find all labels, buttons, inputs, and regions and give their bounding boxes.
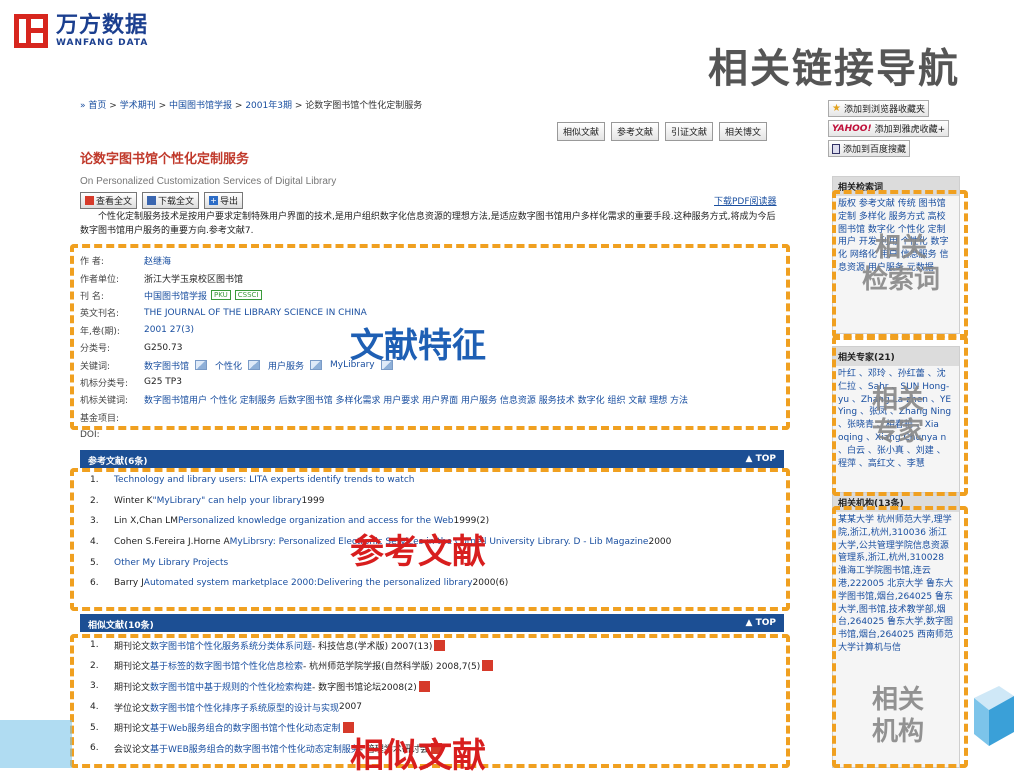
back-to-top-link[interactable]: ▲ TOP [746, 618, 776, 628]
breadcrumb-current: 论数字图书馆个性化定制服务 [305, 101, 423, 111]
slide-title: 相关链接导航 [708, 46, 960, 92]
overlay-label-terms: 相关 检索词 [862, 233, 941, 295]
breadcrumb-arrow-icon: » [80, 101, 86, 111]
references-header: 参考文献(6条) ▲ TOP [80, 450, 784, 468]
breadcrumb-journal[interactable]: 中国图书馆学报 [169, 101, 232, 111]
logo-cn: 万方数据 [56, 13, 149, 38]
wanfang-logo: 万方数据 WANFANG DATA [14, 14, 148, 48]
plus-icon: + [209, 196, 219, 205]
add-browser-favorite-button[interactable]: ★ 添加到浏览器收藏夹 [828, 100, 929, 117]
article-actions: 查看全文 下载全文 + 导出 [80, 192, 244, 209]
tab-citations[interactable]: 引证文献 [665, 122, 714, 141]
download-icon [147, 196, 157, 205]
logo-en: WANFANG DATA [56, 38, 149, 48]
tab-blogs[interactable]: 相关博文 [719, 122, 768, 141]
bookmark-icon [832, 143, 840, 154]
decorative-cube-icon [974, 686, 1014, 746]
add-baidu-favorite-button[interactable]: 添加到百度搜藏 [828, 140, 911, 157]
article-title-en: On Personalized Customization Services o… [80, 176, 337, 187]
overlay-label-orgs: 相关 机构 [872, 685, 925, 747]
breadcrumb-home[interactable]: 首页 [88, 101, 106, 111]
yahoo-icon: YAHOO! [832, 123, 872, 134]
overlay-label-features: 文献特征 [350, 326, 486, 366]
back-to-top-link[interactable]: ▲ TOP [746, 454, 776, 464]
breadcrumb: » 首页 > 学术期刊 > 中国图书馆学报 > 2001年3期 > 论数字图书馆… [80, 101, 423, 111]
overlay-label-similar: 相似文献 [350, 736, 486, 776]
tab-references[interactable]: 参考文献 [611, 122, 660, 141]
download-fulltext-button[interactable]: 下载全文 [142, 192, 200, 209]
article-title: 论数字图书馆个性化定制服务 [80, 152, 250, 167]
pdf-icon [85, 196, 94, 205]
add-yahoo-favorite-button[interactable]: YAHOO! 添加到雅虎收藏+ [828, 120, 950, 137]
breadcrumb-issue[interactable]: 2001年3期 [245, 101, 292, 111]
related-tabs: 相似文献 参考文献 引证文献 相关博文 [557, 122, 768, 141]
view-fulltext-button[interactable]: 查看全文 [80, 192, 138, 209]
export-button[interactable]: + 导出 [204, 192, 244, 209]
article-abstract: 个性化定制服务技术是按用户要求定制特殊用户界面的技术,是用户组织数字化信息资源的… [80, 212, 776, 236]
decorative-corner-shape [0, 720, 72, 768]
overlay-label-experts: 相关 专家 [872, 385, 925, 447]
breadcrumb-journals[interactable]: 学术期刊 [120, 101, 156, 111]
wanfang-logo-icon [14, 14, 48, 48]
pdf-reader-link[interactable]: 下载PDF阅读器 [714, 194, 777, 207]
star-icon: ★ [832, 103, 841, 114]
tab-similar[interactable]: 相似文献 [557, 122, 606, 141]
overlay-label-references: 参考文献 [350, 532, 486, 572]
similar-header: 相似文献(10条) ▲ TOP [80, 614, 784, 632]
slide-header: 万方数据 WANFANG DATA 相关链接导航 [0, 0, 1024, 92]
